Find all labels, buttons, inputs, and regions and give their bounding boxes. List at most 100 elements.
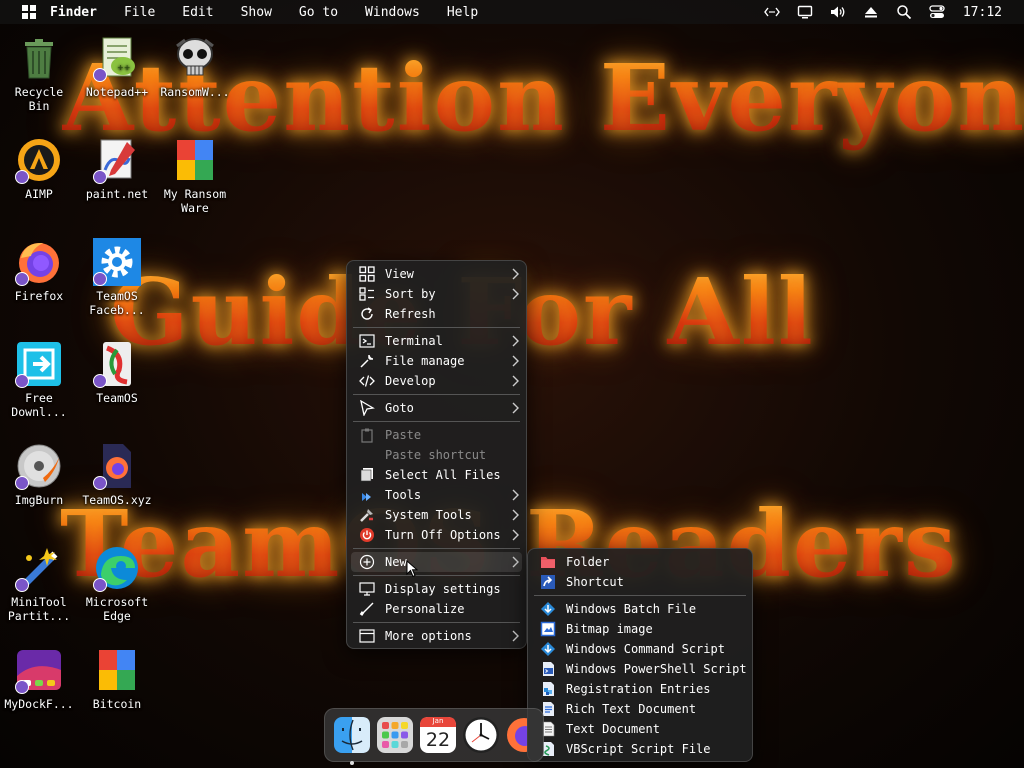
submenu-item-text-document[interactable]: Text Document bbox=[528, 719, 752, 739]
menu-item-paste[interactable]: Paste bbox=[347, 425, 526, 445]
menu-separator bbox=[353, 394, 520, 395]
batch-file-icon bbox=[540, 601, 556, 617]
menu-app-finder[interactable]: Finder bbox=[50, 5, 97, 20]
menu-item-label: File manage bbox=[385, 354, 465, 368]
colorful-app-icon bbox=[93, 646, 141, 694]
dock-item-calendar[interactable]: Jan 22 bbox=[419, 716, 457, 754]
skull-icon bbox=[171, 34, 219, 82]
menu-item-more-options[interactable]: More options bbox=[347, 626, 526, 646]
menu-help[interactable]: Help bbox=[447, 5, 478, 20]
desktop-icon-label: TeamOS Faceb... bbox=[89, 289, 145, 317]
desktop-icon-bitcoin[interactable]: Bitcoin bbox=[78, 646, 156, 711]
desktop-icon-ransomware[interactable]: RansomW... bbox=[156, 34, 234, 99]
menu-go-to[interactable]: Go to bbox=[299, 5, 338, 20]
dock: Jan 22 bbox=[324, 708, 544, 765]
menu-item-refresh[interactable]: Refresh bbox=[347, 304, 526, 324]
submenu-item-registration-entries[interactable]: Registration Entries bbox=[528, 679, 752, 699]
menu-item-terminal[interactable]: Terminal bbox=[347, 331, 526, 351]
menu-item-file-manage[interactable]: File manage bbox=[347, 351, 526, 371]
menu-separator bbox=[353, 421, 520, 422]
shortcut-arrow-icon bbox=[93, 476, 107, 490]
menu-item-sort-by[interactable]: Sort by bbox=[347, 284, 526, 304]
dock-item-finder[interactable] bbox=[333, 716, 371, 765]
chevron-right-icon bbox=[512, 630, 519, 642]
chevron-right-icon bbox=[512, 402, 519, 414]
menu-item-personalize[interactable]: Personalize bbox=[347, 599, 526, 619]
finder-icon bbox=[334, 717, 370, 753]
menu-file[interactable]: File bbox=[124, 5, 155, 20]
display-icon[interactable] bbox=[797, 4, 813, 20]
desktop-icon-imgburn[interactable]: ImgBurn bbox=[0, 442, 78, 507]
desktop-icon-teamos[interactable]: TeamOS bbox=[78, 340, 156, 405]
menu-edit[interactable]: Edit bbox=[182, 5, 213, 20]
menu-item-label: Registration Entries bbox=[566, 682, 711, 696]
submenu-item-shortcut[interactable]: Shortcut bbox=[528, 572, 752, 592]
firefox-file-icon bbox=[93, 442, 141, 490]
desktop-icon-firefox[interactable]: Firefox bbox=[0, 238, 78, 303]
submenu-item-vbscript-script-file[interactable]: VBScript Script File bbox=[528, 739, 752, 759]
menu-item-tools[interactable]: Tools bbox=[347, 485, 526, 505]
shortcut-arrow-icon bbox=[15, 578, 29, 592]
desktop-icon-teamos-xyz[interactable]: TeamOS.xyz bbox=[78, 442, 156, 507]
network-icon[interactable] bbox=[763, 4, 780, 20]
desktop-icon-aimp[interactable]: AIMP bbox=[0, 136, 78, 201]
search-icon[interactable] bbox=[896, 4, 912, 20]
menu-item-display-settings[interactable]: Display settings bbox=[347, 579, 526, 599]
volume-icon[interactable] bbox=[830, 4, 846, 20]
dock-item-clock[interactable] bbox=[462, 716, 500, 754]
desktop-icon-label: RansomW... bbox=[160, 85, 230, 99]
sort-icon bbox=[359, 286, 375, 302]
desktop-icon-my-ransomware[interactable]: My Ransom Ware bbox=[156, 136, 234, 215]
gear-icon bbox=[93, 238, 141, 286]
menu-item-label: Turn Off Options bbox=[385, 528, 501, 542]
desktop-icon-recycle-bin[interactable]: Recycle Bin bbox=[0, 34, 78, 113]
submenu-item-rich-text-document[interactable]: Rich Text Document bbox=[528, 699, 752, 719]
menu-item-new[interactable]: New bbox=[351, 552, 522, 572]
folder-icon bbox=[540, 554, 556, 570]
desktop-icon-minitool-partition[interactable]: MiniTool Partit... bbox=[0, 544, 78, 623]
menu-item-develop[interactable]: Develop bbox=[347, 371, 526, 391]
eject-icon[interactable] bbox=[863, 4, 879, 20]
bitmap-icon bbox=[540, 621, 556, 637]
desktop-icon-microsoft-edge[interactable]: Microsoft Edge bbox=[78, 544, 156, 623]
menu-item-select-all-files[interactable]: Select All Files bbox=[347, 465, 526, 485]
desktop-icon-paint-net[interactable]: paint.net bbox=[78, 136, 156, 201]
dock-item-launchpad[interactable] bbox=[376, 716, 414, 754]
desktop-icon-label: Bitcoin bbox=[92, 697, 142, 711]
menu-show[interactable]: Show bbox=[241, 5, 272, 20]
menu-item-label: Paste bbox=[385, 428, 422, 442]
shortcut-arrow-icon bbox=[15, 476, 29, 490]
menu-item-label: View bbox=[385, 267, 414, 281]
desktop-icon-label: ImgBurn bbox=[14, 493, 64, 507]
svg-text:++: ++ bbox=[117, 63, 130, 72]
menu-item-view[interactable]: View bbox=[347, 264, 526, 284]
desktop-icon-label: paint.net bbox=[85, 187, 149, 201]
desktop-icon-label: Recycle Bin bbox=[14, 85, 64, 113]
desktop-icon-teamos-facebook[interactable]: TeamOS Faceb... bbox=[78, 238, 156, 317]
dock-item-firefox[interactable] bbox=[505, 716, 527, 754]
plus-circle-icon bbox=[359, 554, 375, 570]
desktop-icon-notepad-plus-plus[interactable]: ++ Notepad++ bbox=[78, 34, 156, 99]
more-options-icon bbox=[359, 628, 375, 644]
desktop-icon-free-download-manager[interactable]: Free Downl... bbox=[0, 340, 78, 419]
submenu-item-windows-powershell-script[interactable]: Windows PowerShell Script bbox=[528, 659, 752, 679]
windows-logo-icon[interactable] bbox=[22, 5, 36, 19]
chevron-right-icon bbox=[512, 556, 519, 568]
menubar-clock[interactable]: 17:12 bbox=[963, 5, 1002, 20]
menu-item-system-tools[interactable]: System Tools bbox=[347, 505, 526, 525]
submenu-item-bitmap-image[interactable]: Bitmap image bbox=[528, 619, 752, 639]
submenu-item-windows-command-script[interactable]: Windows Command Script bbox=[528, 639, 752, 659]
menu-item-label: Windows PowerShell Script bbox=[566, 662, 747, 676]
shortcut-arrow-icon bbox=[15, 272, 29, 286]
menu-item-turn-off-options[interactable]: Turn Off Options bbox=[347, 525, 526, 545]
menu-item-paste-shortcut[interactable]: Paste shortcut bbox=[347, 445, 526, 465]
submenu-item-windows-batch-file[interactable]: Windows Batch File bbox=[528, 599, 752, 619]
teamos-icon bbox=[93, 340, 141, 388]
menu-item-goto[interactable]: Goto bbox=[347, 398, 526, 418]
desktop-icon-mydockfinder[interactable]: MyDockF... bbox=[0, 646, 78, 711]
submenu-item-folder[interactable]: Folder bbox=[528, 552, 752, 572]
mydock-icon bbox=[15, 646, 63, 694]
control-center-icon[interactable] bbox=[929, 4, 945, 20]
chevron-right-icon bbox=[512, 335, 519, 347]
menu-windows[interactable]: Windows bbox=[365, 5, 420, 20]
